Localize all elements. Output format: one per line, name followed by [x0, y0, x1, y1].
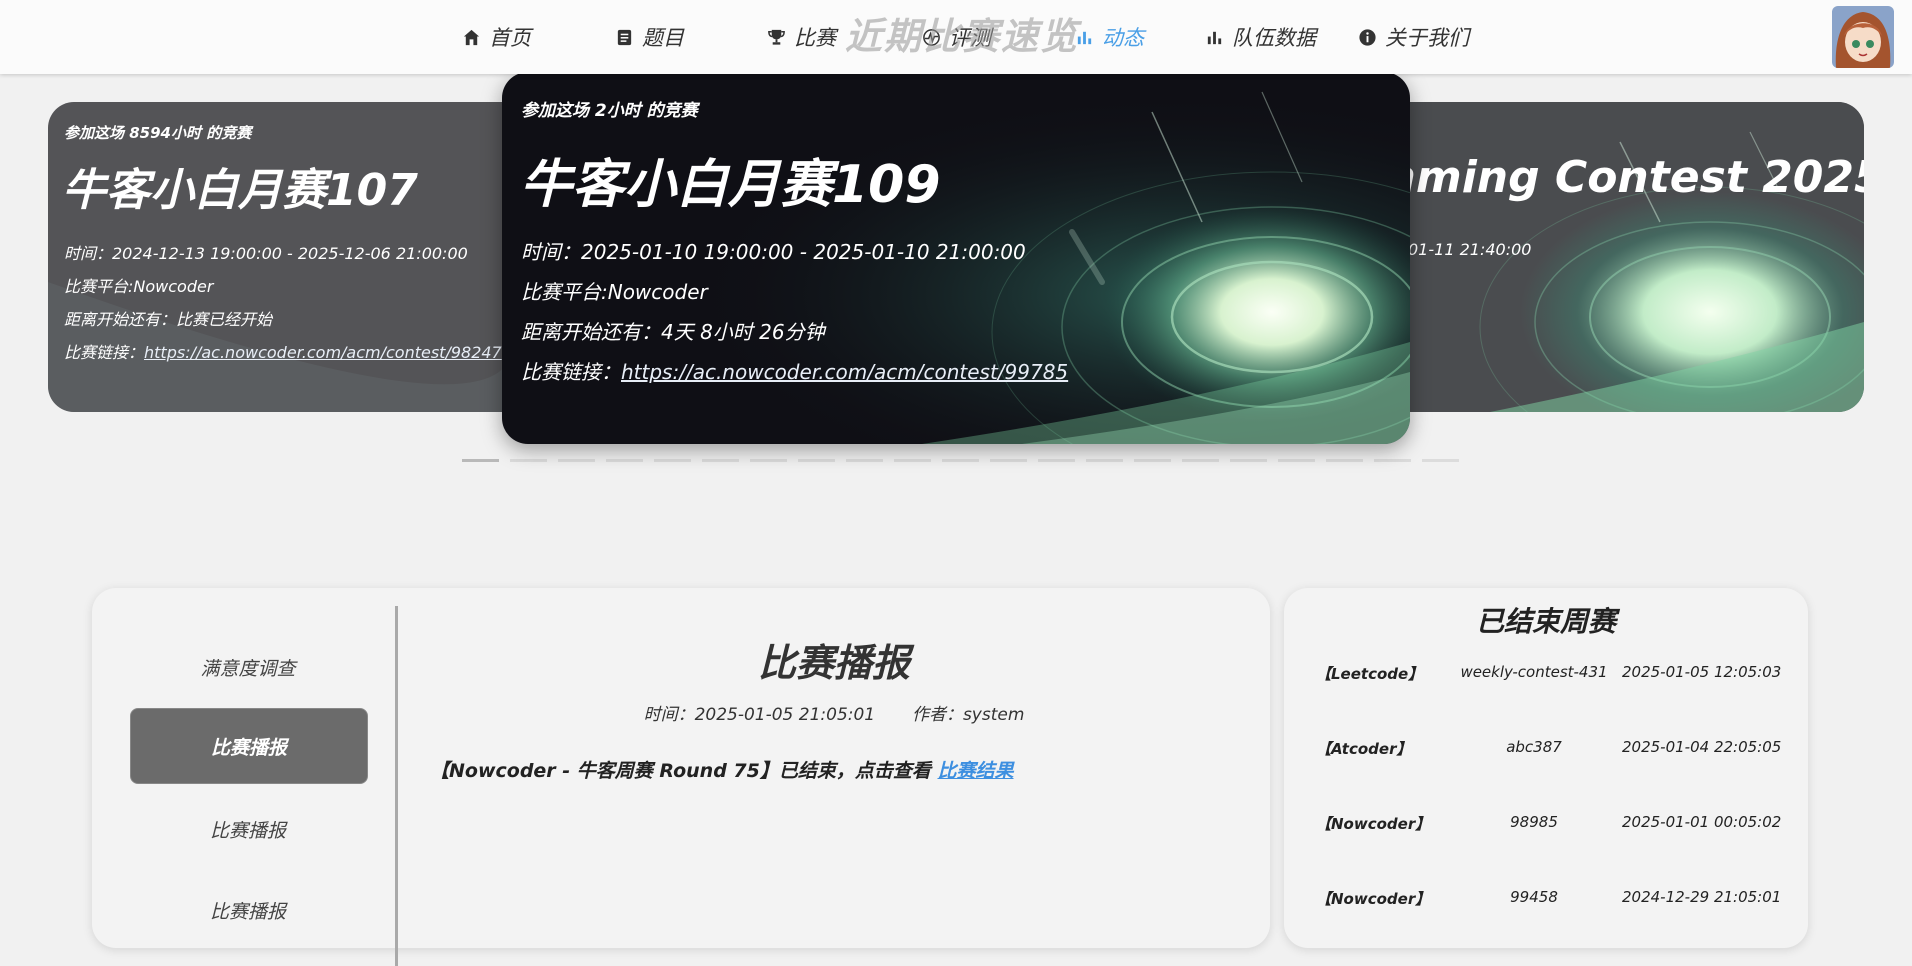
- nav-label: 题目: [642, 26, 684, 50]
- contest-time: 2025-01-01 00:05:02: [1622, 813, 1782, 831]
- carousel-dot[interactable]: [1134, 459, 1171, 462]
- carousel-dot[interactable]: [1374, 459, 1411, 462]
- bar-chart-icon: [1207, 31, 1222, 44]
- card-link-row: 比赛链接：https://ac.nowcoder.com/acm/contest…: [521, 356, 1068, 385]
- article-body: 【Nowcoder - 牛客周赛 Round 75】已结束，点击查看 比赛结果: [430, 756, 1014, 783]
- article-text: 【Nowcoder - 牛客周赛 Round 75】已结束，点击查看: [430, 760, 938, 782]
- nav-label: 比赛: [794, 26, 836, 50]
- contest-platform: 【Nowcoder】: [1316, 890, 1431, 908]
- menu-item-broadcast[interactable]: 比赛播报: [130, 792, 366, 866]
- card-link-row: 比赛链接：https://ac.nowcoder.com/acm/contest…: [64, 339, 502, 363]
- carousel-dot[interactable]: [510, 459, 547, 462]
- contest-platform: 【Leetcode】: [1316, 665, 1424, 683]
- menu-item-broadcast[interactable]: 比赛播报: [130, 873, 366, 947]
- card-time: 01-11 21:40:00: [1408, 240, 1532, 259]
- document-icon: [617, 29, 632, 45]
- top-navbar: 首页 题目 比赛 评测 动态 队伍数据 关于我们: [0, 0, 1912, 74]
- nav-item-team-data[interactable]: 队伍数据: [1205, 22, 1316, 52]
- carousel-dot[interactable]: [1086, 459, 1123, 462]
- carousel-dot[interactable]: [462, 459, 499, 462]
- carousel-dot[interactable]: [750, 459, 787, 462]
- menu-item-survey[interactable]: 满意度调查: [130, 630, 366, 704]
- carousel-dot[interactable]: [1278, 459, 1315, 462]
- home-icon: [463, 29, 480, 45]
- trophy-icon: [768, 29, 785, 45]
- article-author: 作者：system: [911, 705, 1025, 725]
- contest-time: 2025-01-04 22:05:05: [1622, 738, 1782, 756]
- card-countdown: 距离开始还有：4天 8小时 26分钟: [521, 320, 825, 344]
- carousel-dot[interactable]: [654, 459, 691, 462]
- card-platform: 比赛平台:Nowcoder: [64, 277, 214, 296]
- nav-item-activity[interactable]: 动态: [1075, 22, 1144, 52]
- carousel-indicators: [462, 459, 1459, 462]
- announcement-panel: 满意度调查 比赛播报 比赛播报 比赛播报 比赛播报 时间：2025-01-05 …: [92, 588, 1270, 966]
- contest-name: 99458: [1510, 888, 1558, 906]
- nav-label: 动态: [1102, 26, 1144, 50]
- contest-platform: 【Atcoder】: [1316, 740, 1412, 758]
- bar-chart-icon: [1077, 31, 1092, 44]
- carousel-dot[interactable]: [702, 459, 739, 462]
- card-title: 牛客小白月赛109: [520, 155, 941, 215]
- card-link[interactable]: https://ac.nowcoder.com/acm/contest/9824…: [144, 343, 502, 362]
- contest-platform: 【Nowcoder】: [1316, 815, 1431, 833]
- contest-time: 2025-01-05 12:05:03: [1622, 663, 1782, 681]
- card-link-label: 比赛链接：: [64, 343, 145, 362]
- nav-item-problems[interactable]: 题目: [615, 22, 684, 52]
- carousel-dot[interactable]: [1038, 459, 1075, 462]
- panel-title: 已结束周赛: [1475, 605, 1616, 638]
- article-meta: 时间：2025-01-05 21:05:01 作者：system: [398, 700, 1270, 725]
- card-link[interactable]: https://ac.nowcoder.com/acm/contest/9978…: [621, 360, 1068, 384]
- article-title: 比赛播报: [757, 641, 910, 685]
- pulse-icon: [923, 28, 940, 46]
- card-link-label: 比赛链接：: [521, 360, 621, 384]
- card-title: mming Contest 2025(...: [1370, 152, 1864, 203]
- carousel-dot[interactable]: [1230, 459, 1267, 462]
- menu-item-broadcast-active[interactable]: 比赛播报: [130, 708, 368, 784]
- user-avatar[interactable]: [1832, 6, 1894, 68]
- contest-name: 98985: [1510, 813, 1558, 831]
- info-icon: [1359, 28, 1376, 46]
- carousel-dot[interactable]: [942, 459, 979, 462]
- card-time: 时间：2025-01-10 19:00:00 - 2025-01-10 21:0…: [521, 240, 1026, 264]
- contest-card-right[interactable]: mming Contest 2025(... 01-11 21:40:00: [1370, 102, 1864, 412]
- carousel-dot[interactable]: [798, 459, 835, 462]
- carousel-dot[interactable]: [606, 459, 643, 462]
- list-item[interactable]: 【Atcoder】 abc387 2025-01-04 22:05:05: [1284, 738, 1808, 762]
- nav-label: 评测: [949, 26, 991, 50]
- carousel-dot[interactable]: [1422, 459, 1459, 462]
- card-countdown: 距离开始还有：比赛已经开始: [64, 310, 273, 329]
- nav-item-contests[interactable]: 比赛: [767, 22, 836, 52]
- carousel-dot[interactable]: [894, 459, 931, 462]
- nav-label: 队伍数据: [1232, 26, 1316, 50]
- carousel-dot[interactable]: [846, 459, 883, 462]
- card-header: 参加这场 2小时 的竞赛: [521, 101, 698, 121]
- ended-contests-panel: 已结束周赛 【Leetcode】 weekly-contest-431 2025…: [1284, 588, 1808, 948]
- nav-label: 首页: [489, 26, 531, 50]
- contest-card-center[interactable]: 参加这场 2小时 的竞赛 牛客小白月赛109 时间：2025-01-10 19:…: [502, 72, 1410, 444]
- list-item[interactable]: 【Nowcoder】 98985 2025-01-01 00:05:02: [1284, 813, 1808, 837]
- contest-time: 2024-12-29 21:05:01: [1622, 888, 1782, 906]
- contest-name: abc387: [1506, 738, 1562, 756]
- nav-item-judge[interactable]: 评测: [922, 22, 991, 52]
- article-time: 时间：2025-01-05 21:05:01: [643, 705, 876, 725]
- list-item[interactable]: 【Nowcoder】 99458 2024-12-29 21:05:01: [1284, 888, 1808, 912]
- result-link[interactable]: 比赛结果: [937, 760, 1013, 782]
- carousel-dot[interactable]: [990, 459, 1027, 462]
- nav-item-home[interactable]: 首页: [462, 22, 531, 52]
- card-title: 牛客小白月赛107: [62, 165, 418, 216]
- card-platform: 比赛平台:Nowcoder: [521, 280, 708, 304]
- card-time: 时间：2024-12-13 19:00:00 - 2025-12-06 21:0…: [64, 244, 468, 263]
- carousel-dot[interactable]: [1326, 459, 1363, 462]
- list-item[interactable]: 【Leetcode】 weekly-contest-431 2025-01-05…: [1284, 663, 1808, 687]
- nav-label: 关于我们: [1385, 26, 1469, 50]
- contest-name: weekly-contest-431: [1460, 663, 1608, 681]
- nav-item-about[interactable]: 关于我们: [1358, 22, 1469, 52]
- carousel-dot[interactable]: [558, 459, 595, 462]
- carousel-dot[interactable]: [1182, 459, 1219, 462]
- card-header: 参加这场 8594小时 的竞赛: [64, 124, 252, 142]
